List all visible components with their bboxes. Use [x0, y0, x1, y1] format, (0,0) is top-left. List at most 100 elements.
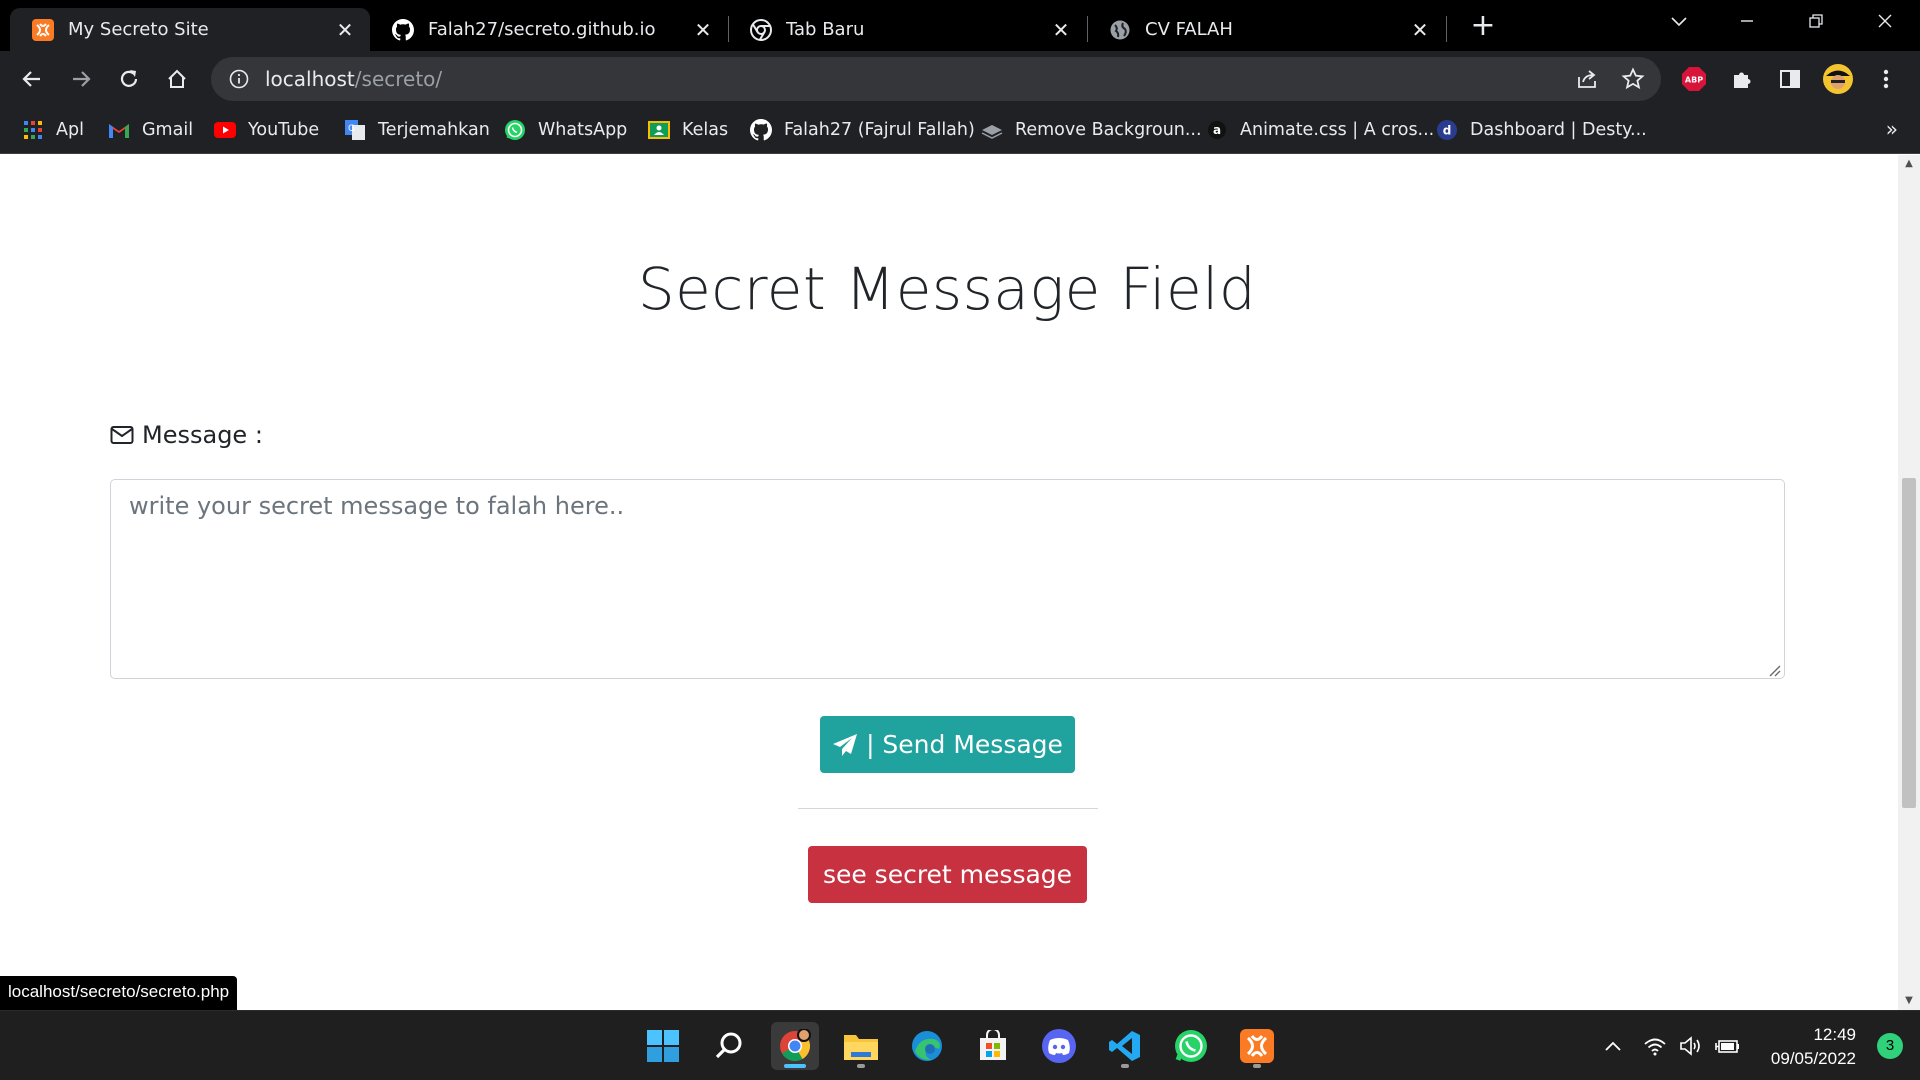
windows-taskbar: 12:49 09/05/2022 3: [0, 1010, 1920, 1080]
close-window-button[interactable]: [1870, 6, 1900, 36]
apps-grid-icon: [22, 119, 44, 141]
wifi-icon[interactable]: [1640, 1031, 1670, 1061]
notification-badge[interactable]: 3: [1877, 1033, 1903, 1059]
microsoft-store-icon[interactable]: [969, 1022, 1017, 1070]
tab-label: CV FALAH: [1145, 19, 1233, 40]
site-info-icon[interactable]: [225, 65, 253, 93]
xampp-icon: [32, 18, 54, 41]
running-indicator: [784, 1064, 806, 1068]
volume-icon[interactable]: [1676, 1031, 1706, 1061]
tab-label: My Secreto Site: [68, 19, 209, 40]
see-secret-message-button[interactable]: see secret message: [808, 846, 1087, 903]
discord-icon[interactable]: [1035, 1022, 1083, 1070]
resize-grip-icon[interactable]: [1767, 662, 1781, 677]
more-bookmarks-button[interactable]: »: [1886, 117, 1898, 141]
send-message-button[interactable]: | Send Message: [820, 716, 1075, 773]
page-title: Secret Message Field: [637, 255, 1257, 323]
message-label: Message :: [110, 421, 263, 449]
bookmark-gmail[interactable]: Gmail: [108, 117, 193, 143]
tab-tab-baru[interactable]: Tab Baru ✕: [728, 8, 1086, 51]
bookmark-star-icon[interactable]: [1621, 67, 1645, 95]
taskbar-whatsapp-icon[interactable]: [1167, 1022, 1215, 1070]
edge-icon[interactable]: [903, 1022, 951, 1070]
bookmark-remove-background[interactable]: Remove Backgroun...: [981, 117, 1202, 143]
reload-button[interactable]: [113, 63, 145, 95]
bookmark-falah27-github[interactable]: Falah27 (Fajrul Fallah): [750, 117, 975, 143]
scroll-up-arrow-icon[interactable]: ▲: [1898, 155, 1920, 173]
removebg-icon: [981, 119, 1003, 141]
bookmark-label: Apl: [56, 120, 84, 140]
google-translate-icon: G: [344, 119, 366, 141]
page-scrollbar[interactable]: ▲ ▼: [1898, 155, 1920, 1010]
tab-my-secreto-site[interactable]: My Secreto Site ✕: [10, 8, 370, 51]
bookmark-youtube[interactable]: YouTube: [214, 117, 319, 143]
svg-text:G: G: [348, 124, 355, 134]
youtube-icon: [214, 119, 236, 141]
bookmark-label: Gmail: [142, 120, 194, 140]
bookmark-apl[interactable]: Apl: [22, 117, 84, 143]
bookmark-label: Remove Backgroun...: [1015, 120, 1202, 140]
bookmark-desty-dashboard[interactable]: d Dashboard | Desty...: [1436, 117, 1647, 143]
running-indicator: [1121, 1064, 1129, 1068]
github-icon: [750, 119, 772, 141]
bookmark-label: Falah27 (Fajrul Fallah): [784, 120, 975, 140]
minimize-button[interactable]: [1732, 6, 1762, 36]
scroll-down-arrow-icon[interactable]: ▼: [1898, 992, 1920, 1010]
restore-button[interactable]: [1801, 6, 1831, 36]
back-button[interactable]: [16, 63, 48, 95]
tab-label: Falah27/secreto.github.io: [428, 19, 656, 40]
profile-avatar[interactable]: [1822, 63, 1854, 95]
close-tab-icon[interactable]: ✕: [334, 19, 356, 41]
close-tab-icon[interactable]: ✕: [1409, 19, 1431, 41]
bookmark-kelas[interactable]: Kelas: [648, 117, 728, 143]
tab-cv-falah[interactable]: CV FALAH ✕: [1087, 8, 1445, 51]
bookmark-label: Dashboard | Desty...: [1470, 120, 1647, 140]
start-button[interactable]: [639, 1022, 687, 1070]
share-icon[interactable]: [1575, 67, 1599, 95]
search-icon[interactable]: [705, 1022, 753, 1070]
chrome-menu-icon[interactable]: [1870, 63, 1902, 95]
system-clock[interactable]: 12:49 09/05/2022: [1771, 1023, 1856, 1071]
bookmarks-bar: Apl Gmail YouTube G Terjemahkan WhatsApp…: [0, 107, 1920, 154]
url-host: localhost: [265, 67, 355, 91]
desty-icon: d: [1436, 119, 1458, 141]
bookmark-whatsapp[interactable]: WhatsApp: [504, 117, 627, 143]
gmail-icon: [108, 119, 130, 141]
bookmark-animate-css[interactable]: a Animate.css | A cros...: [1206, 117, 1434, 143]
chrome-icon: [750, 18, 772, 41]
show-hidden-icons-chevron-icon[interactable]: [1598, 1031, 1628, 1061]
svg-text:ABP: ABP: [1685, 76, 1703, 85]
vscode-icon[interactable]: [1101, 1022, 1149, 1070]
url-path: /secreto/: [354, 67, 443, 91]
bookmark-label: Kelas: [682, 120, 729, 140]
address-bar[interactable]: localhost/secreto/: [211, 57, 1661, 101]
bookmark-label: YouTube: [248, 120, 320, 140]
tab-search-chevron-icon[interactable]: [1664, 6, 1694, 36]
close-tab-icon[interactable]: ✕: [692, 19, 714, 41]
tab-github-secreto[interactable]: Falah27/secreto.github.io ✕: [370, 8, 728, 51]
battery-icon[interactable]: [1713, 1031, 1743, 1061]
home-button[interactable]: [161, 63, 193, 95]
bookmark-terjemahkan[interactable]: G Terjemahkan: [344, 117, 490, 143]
taskbar-chrome-icon[interactable]: [771, 1022, 819, 1070]
bookmark-label: WhatsApp: [538, 120, 628, 140]
tab-strip: My Secreto Site ✕ Falah27/secreto.github…: [0, 0, 1920, 51]
running-indicator: [1253, 1064, 1261, 1068]
scrollbar-thumb[interactable]: [1902, 478, 1916, 808]
message-label-text: Message :: [142, 421, 263, 449]
new-tab-button[interactable]: +: [1468, 11, 1498, 42]
svg-text:a: a: [1213, 123, 1221, 137]
url-text: localhost/secreto/: [265, 67, 442, 91]
extensions-puzzle-icon[interactable]: [1726, 63, 1758, 95]
divider: [798, 808, 1098, 809]
adblock-plus-icon[interactable]: ABP: [1678, 63, 1710, 95]
tab-label: Tab Baru: [786, 19, 865, 40]
browser-toolbar: localhost/secreto/ ABP: [0, 51, 1920, 107]
file-explorer-icon[interactable]: [837, 1022, 885, 1070]
close-tab-icon[interactable]: ✕: [1050, 19, 1072, 41]
forward-button[interactable]: [65, 63, 97, 95]
side-panel-icon[interactable]: [1774, 63, 1806, 95]
svg-text:d: d: [1443, 124, 1452, 138]
xampp-control-icon[interactable]: [1233, 1022, 1281, 1070]
secret-message-textarea[interactable]: [110, 479, 1785, 679]
